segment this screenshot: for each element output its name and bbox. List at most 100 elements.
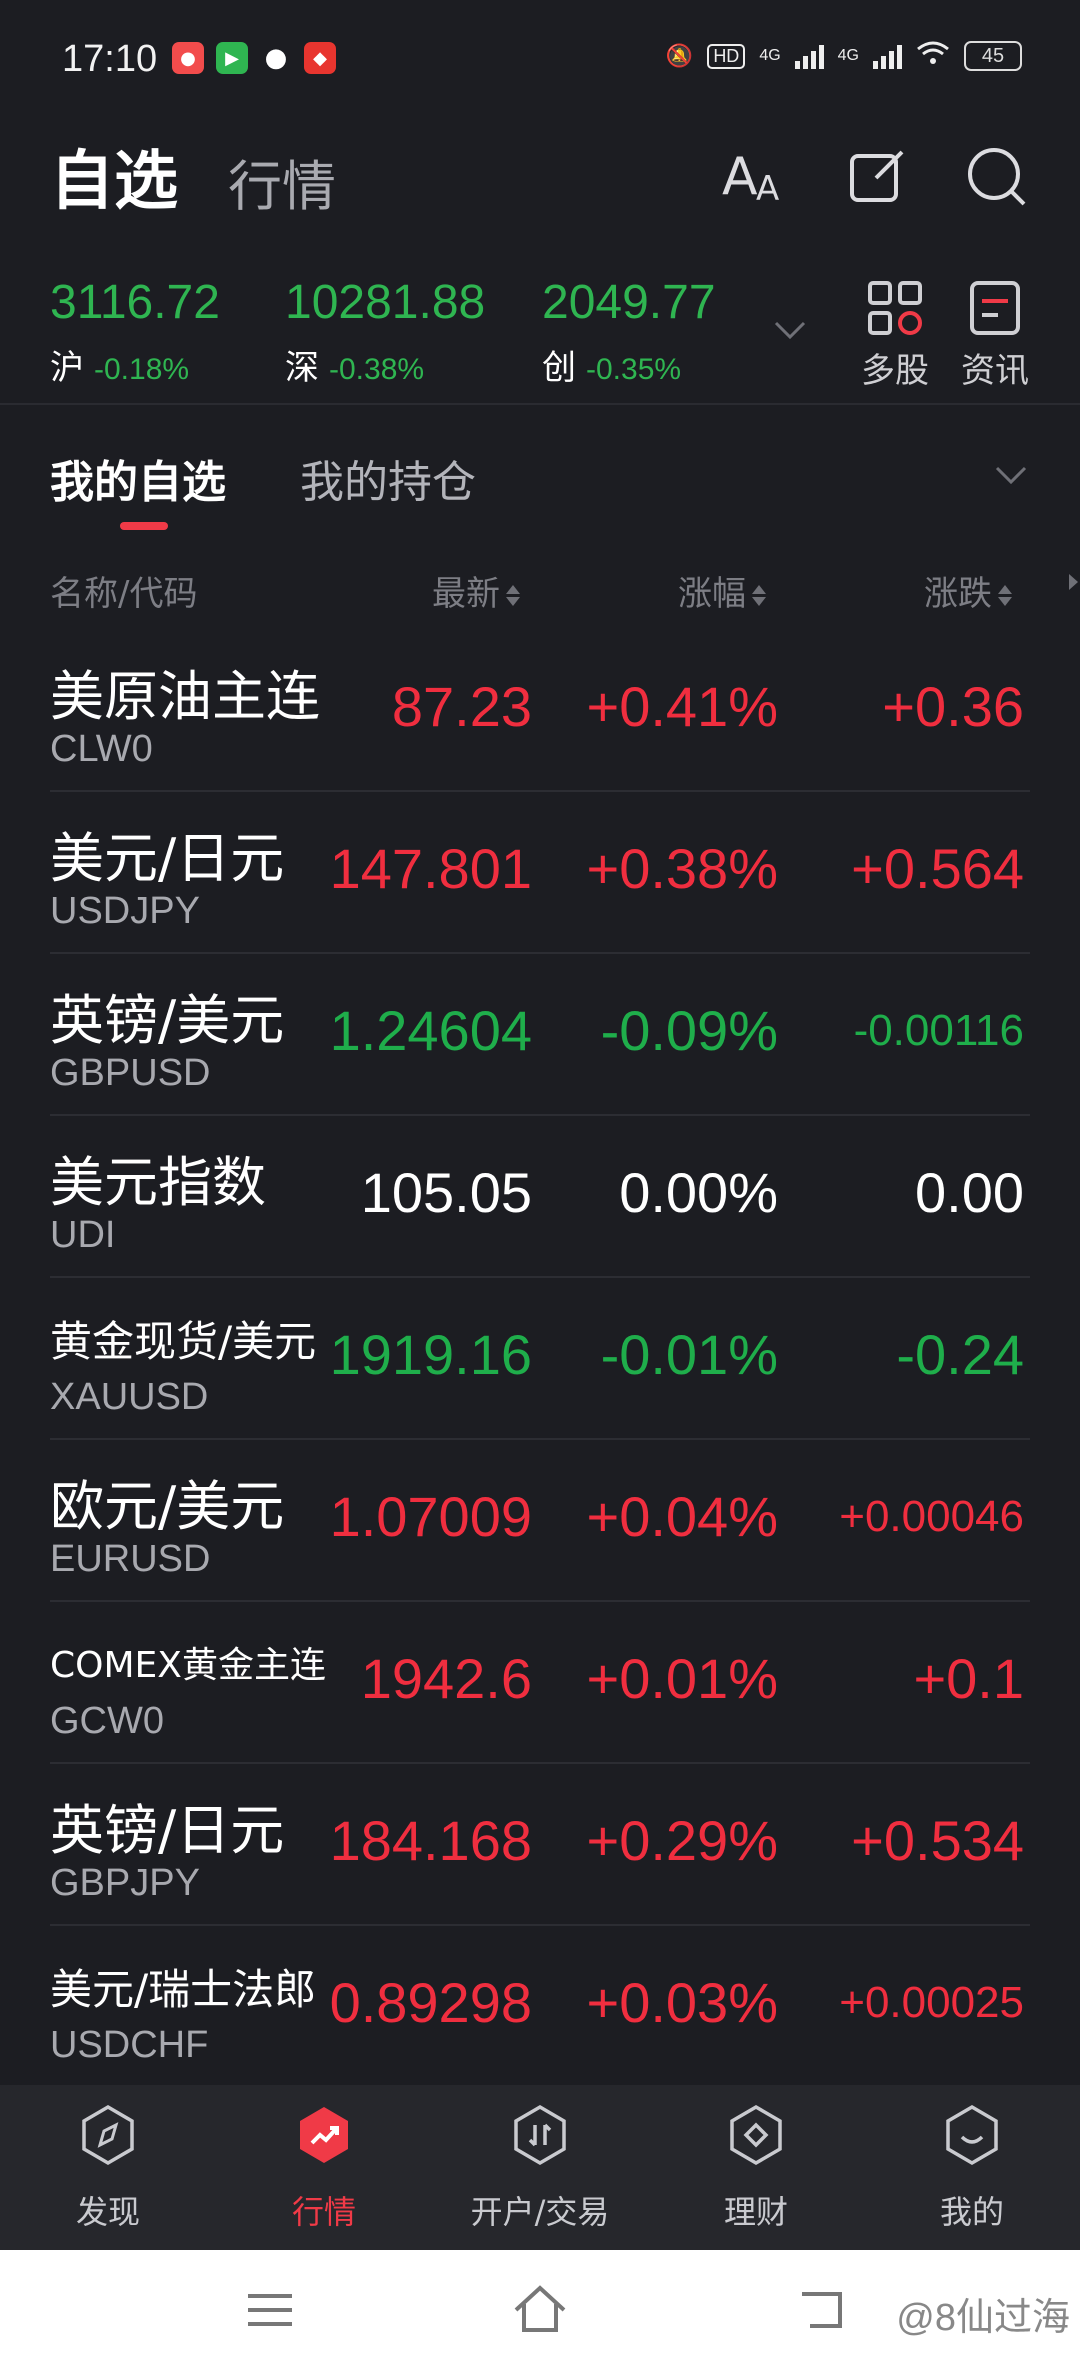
- instrument-code: UDI: [50, 1214, 116, 1256]
- tab-my-watchlist[interactable]: 我的自选: [50, 446, 226, 510]
- instrument-code: GBPUSD: [50, 1052, 211, 1094]
- instrument-code: XAUUSD: [50, 1376, 209, 1418]
- edit-icon[interactable]: [842, 142, 912, 212]
- col-name: 名称/代码: [50, 574, 198, 614]
- home-icon[interactable]: [512, 2284, 568, 2334]
- instrument-name: 美元/日元: [50, 827, 285, 890]
- index-sz[interactable]: 10281.88 深 -0.38%: [285, 275, 485, 389]
- change-percent: -0.01%: [600, 1323, 778, 1386]
- index-cy[interactable]: 2049.77 创 -0.35%: [542, 275, 716, 389]
- index-change: -0.35%: [586, 353, 682, 386]
- scroll-right-icon[interactable]: [1069, 574, 1078, 590]
- chevron-down-icon[interactable]: [770, 315, 810, 345]
- watchlist-table: 美原油主连 CLW0 87.23 +0.41% +0.36 美元/日元 USDJ…: [0, 630, 1080, 2088]
- index-change: -0.18%: [94, 353, 190, 386]
- menu-icon[interactable]: [246, 2290, 294, 2330]
- index-sh[interactable]: 3116.72 沪 -0.18%: [50, 275, 220, 389]
- latest-price: 1919.16: [329, 1323, 532, 1386]
- col-latest[interactable]: 最新: [432, 566, 520, 615]
- index-value: 3116.72: [50, 276, 220, 329]
- nav-label: 行情: [291, 2193, 356, 2231]
- table-row[interactable]: 英镑/美元 GBPUSD 1.24604 -0.09% -0.00116: [0, 954, 1080, 1116]
- signal-icon: [794, 43, 824, 69]
- latest-price: 1.07009: [329, 1485, 532, 1548]
- instrument-code: USDJPY: [50, 890, 200, 932]
- profile-icon: [946, 2104, 998, 2166]
- instrument-name: 美元/瑞士法郎: [50, 1965, 317, 2014]
- watermark-text: @8仙过海: [896, 2297, 1070, 2339]
- top-header: 自选 行情 AA: [0, 130, 1080, 240]
- sort-icon: [506, 582, 520, 609]
- nav-label: 发现: [75, 2193, 140, 2231]
- change-percent: +0.29%: [586, 1809, 779, 1872]
- message-icon: ●: [264, 43, 288, 73]
- compass-icon: [82, 2104, 134, 2166]
- latest-price: 105.05: [360, 1161, 532, 1224]
- nav-wealth[interactable]: 理财: [648, 2103, 864, 2233]
- trend-icon: [300, 2107, 348, 2163]
- news-button[interactable]: 资讯: [945, 279, 1045, 392]
- nav-profile[interactable]: 我的: [864, 2103, 1080, 2233]
- index-name: 沪: [50, 348, 84, 388]
- watchlist-subtabs: 我的自选 我的持仓: [0, 430, 1080, 540]
- font-size-icon[interactable]: AA: [720, 142, 790, 212]
- status-time: 17:10: [62, 38, 158, 80]
- nav-label: 我的: [939, 2193, 1004, 2231]
- change-percent: +0.01%: [586, 1647, 779, 1710]
- instrument-name: 欧元/美元: [50, 1475, 285, 1538]
- system-nav-bar: @8仙过海: [0, 2250, 1080, 2376]
- mute-icon: 🔕: [665, 43, 694, 68]
- index-name: 创: [542, 348, 576, 388]
- instrument-code: USDCHF: [50, 2024, 209, 2066]
- tab-market[interactable]: 行情: [228, 142, 336, 221]
- latest-price: 147.801: [329, 837, 532, 900]
- multi-stock-label: 多股: [861, 351, 929, 391]
- col-chg-label: 涨跌: [924, 574, 992, 614]
- column-headers: 名称/代码 最新 涨幅 涨跌: [0, 560, 1080, 620]
- col-latest-label: 最新: [432, 574, 500, 614]
- col-pct[interactable]: 涨幅: [678, 566, 766, 615]
- multi-stock-button[interactable]: 多股: [845, 279, 945, 392]
- change-percent: +0.38%: [586, 837, 779, 900]
- nav-discover[interactable]: 发现: [0, 2103, 216, 2233]
- nav-market[interactable]: 行情: [216, 2103, 432, 2233]
- change-value: -0.00116: [853, 1006, 1024, 1055]
- instrument-code: GCW0: [50, 1700, 164, 1742]
- news-icon: [970, 281, 1020, 335]
- app-notification-icon: ●: [172, 42, 204, 74]
- index-bar: 3116.72 沪 -0.18% 10281.88 深 -0.38% 2049.77…: [0, 275, 1080, 405]
- change-percent: 0.00%: [619, 1161, 778, 1224]
- app-notification-icon: ▶: [216, 42, 248, 74]
- table-row[interactable]: 欧元/美元 EURUSD 1.07009 +0.04% +0.00046: [0, 1440, 1080, 1602]
- table-row[interactable]: 美元/瑞士法郎 USDCHF 0.89298 +0.03% +0.00025: [0, 1926, 1080, 2088]
- change-percent: +0.41%: [586, 675, 779, 738]
- index-name: 深: [285, 348, 319, 388]
- battery-icon: 45: [964, 41, 1022, 71]
- notification-icons: ● ▶ ● ◆: [172, 42, 336, 74]
- table-row[interactable]: COMEX黄金主连 GCW0 1942.6 +0.01% +0.1: [0, 1602, 1080, 1764]
- nav-trade[interactable]: 开户/交易: [432, 2103, 648, 2233]
- change-percent: -0.09%: [600, 999, 778, 1062]
- table-row[interactable]: 英镑/日元 GBPJPY 184.168 +0.29% +0.534: [0, 1764, 1080, 1926]
- col-chg[interactable]: 涨跌: [924, 566, 1012, 615]
- table-row[interactable]: 美原油主连 CLW0 87.23 +0.41% +0.36: [0, 630, 1080, 792]
- chevron-down-icon[interactable]: [992, 460, 1030, 488]
- nav-label: 理财: [723, 2193, 788, 2231]
- wealth-icon: [730, 2104, 782, 2166]
- tab-my-holdings[interactable]: 我的持仓: [300, 446, 476, 510]
- table-row[interactable]: 美元指数 UDI 105.05 0.00% 0.00: [0, 1116, 1080, 1278]
- instrument-name: 英镑/日元: [50, 1799, 285, 1862]
- change-value: +0.534: [851, 1809, 1024, 1872]
- sort-icon: [998, 582, 1012, 609]
- change-value: -0.24: [896, 1323, 1024, 1386]
- change-value: +0.1: [913, 1647, 1024, 1710]
- index-value: 2049.77: [542, 276, 716, 329]
- latest-price: 0.89298: [329, 1971, 532, 2034]
- back-icon[interactable]: [800, 2290, 848, 2330]
- search-icon[interactable]: [962, 142, 1032, 212]
- table-row[interactable]: 美元/日元 USDJPY 147.801 +0.38% +0.564: [0, 792, 1080, 954]
- table-row[interactable]: 黄金现货/美元 XAUUSD 1919.16 -0.01% -0.24: [0, 1278, 1080, 1440]
- tab-watchlist[interactable]: 自选: [50, 130, 178, 222]
- change-value: 0.00: [915, 1161, 1024, 1224]
- news-label: 资讯: [961, 351, 1029, 391]
